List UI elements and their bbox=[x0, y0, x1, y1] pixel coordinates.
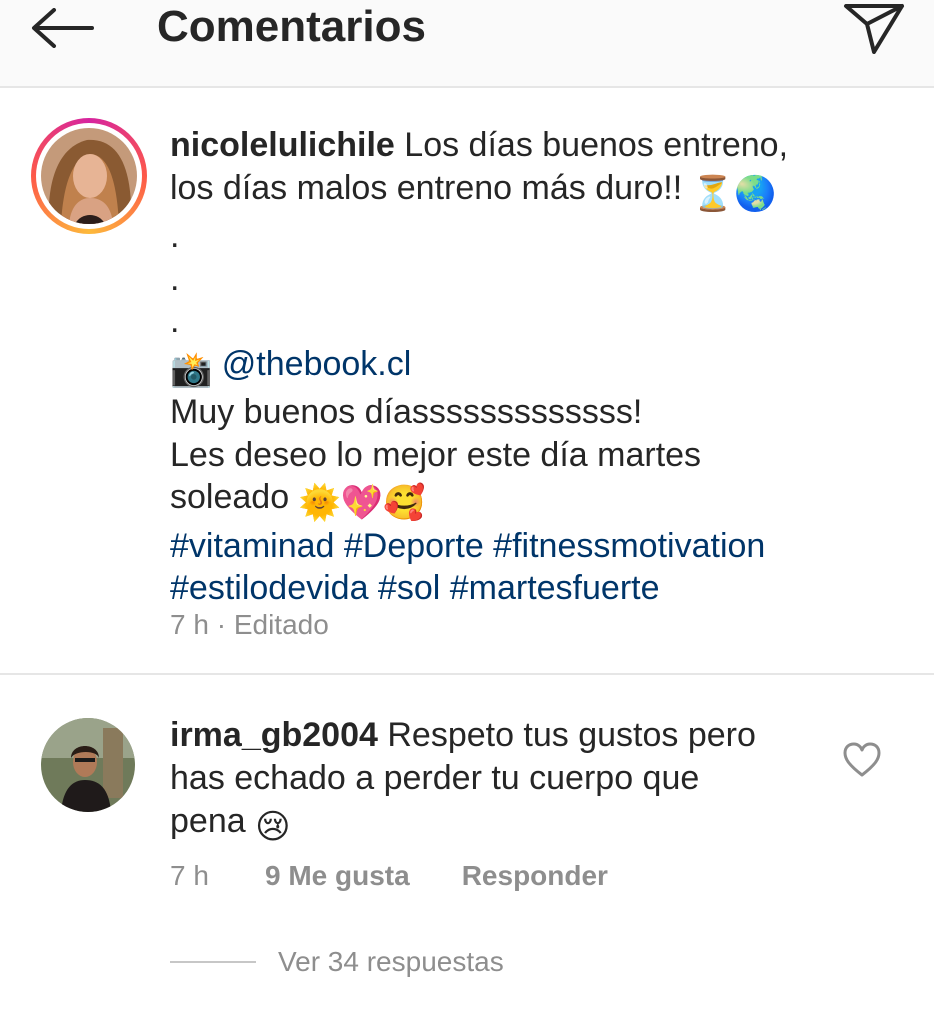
sparkling-heart-icon: 💖 bbox=[340, 484, 384, 522]
view-replies-label: Ver 34 respuestas bbox=[278, 946, 504, 977]
paper-plane-icon bbox=[844, 4, 904, 54]
hashtags-line2[interactable]: #estilodevida #sol #martesfuerte bbox=[170, 569, 660, 607]
comment-text-line1: Respeto tus gustos pero bbox=[377, 716, 756, 754]
comment-body: irma_gb2004 Respeto tus gustos pero has … bbox=[170, 714, 810, 849]
caption-dot: . bbox=[170, 217, 180, 255]
commenter-avatar[interactable] bbox=[41, 718, 135, 812]
author-avatar[interactable] bbox=[31, 118, 147, 234]
comment-text-line3: pena bbox=[170, 802, 256, 840]
top-app-bar: Comentarios bbox=[0, 0, 934, 88]
caption-wish-line1: Les deseo lo mejor este día martes bbox=[170, 435, 702, 474]
caption-text-line1: Los días buenos entreno, bbox=[394, 126, 789, 164]
edited-label: Editado bbox=[233, 609, 329, 640]
view-replies-button[interactable]: Ver 34 respuestas bbox=[170, 946, 504, 978]
camera-icon: 📸 bbox=[170, 350, 213, 389]
comment-timestamp: 7 h bbox=[170, 860, 209, 891]
globe-icon: 🌏 bbox=[733, 174, 777, 213]
share-button[interactable] bbox=[836, 0, 912, 56]
likes-count-button[interactable]: 9 Me gusta bbox=[265, 858, 410, 894]
caption-timestamp: 7 h bbox=[170, 609, 209, 640]
caption-text-line2: los días malos entreno más duro!! bbox=[170, 168, 692, 207]
hourglass-icon: ⏳ bbox=[691, 174, 734, 213]
comments-screen: Comentarios nicolelulichile Los días bue… bbox=[0, 0, 934, 1024]
page-title: Comentarios bbox=[157, 2, 426, 51]
caption-wish-line2: soleado bbox=[170, 478, 299, 516]
arrow-left-icon bbox=[32, 8, 94, 48]
meta-separator: · bbox=[208, 609, 234, 640]
hashtags-line1[interactable]: #vitaminad #Deporte #fitnessmotivation bbox=[170, 527, 765, 565]
caption-dot: . bbox=[170, 259, 180, 298]
caption-dot: . bbox=[170, 302, 180, 340]
sun-icon: 🌞 bbox=[298, 484, 341, 522]
caption-username[interactable]: nicolelulichile bbox=[170, 126, 395, 164]
comment-text-line2: has echado a perder tu cuerpo que bbox=[170, 759, 700, 797]
replies-divider bbox=[170, 961, 256, 963]
smiling-hearts-icon: 🥰 bbox=[383, 484, 426, 522]
author-photo bbox=[41, 128, 137, 224]
heart-icon bbox=[843, 742, 881, 777]
caption-body: nicolelulichile Los días buenos entreno,… bbox=[170, 124, 890, 610]
caption-greeting: Muy buenos díasssssssssssss! bbox=[170, 393, 643, 431]
crying-face-icon: 😢 bbox=[255, 808, 291, 846]
comment-actions: 7 h 9 Me gusta Responder bbox=[170, 858, 608, 894]
like-comment-button[interactable] bbox=[843, 742, 881, 778]
reply-button[interactable]: Responder bbox=[462, 858, 608, 894]
mention-link[interactable]: @thebook.cl bbox=[222, 345, 412, 383]
caption-meta: 7 h · Editado bbox=[170, 607, 329, 643]
comment-username[interactable]: irma_gb2004 bbox=[170, 716, 378, 754]
back-button[interactable] bbox=[22, 0, 102, 56]
